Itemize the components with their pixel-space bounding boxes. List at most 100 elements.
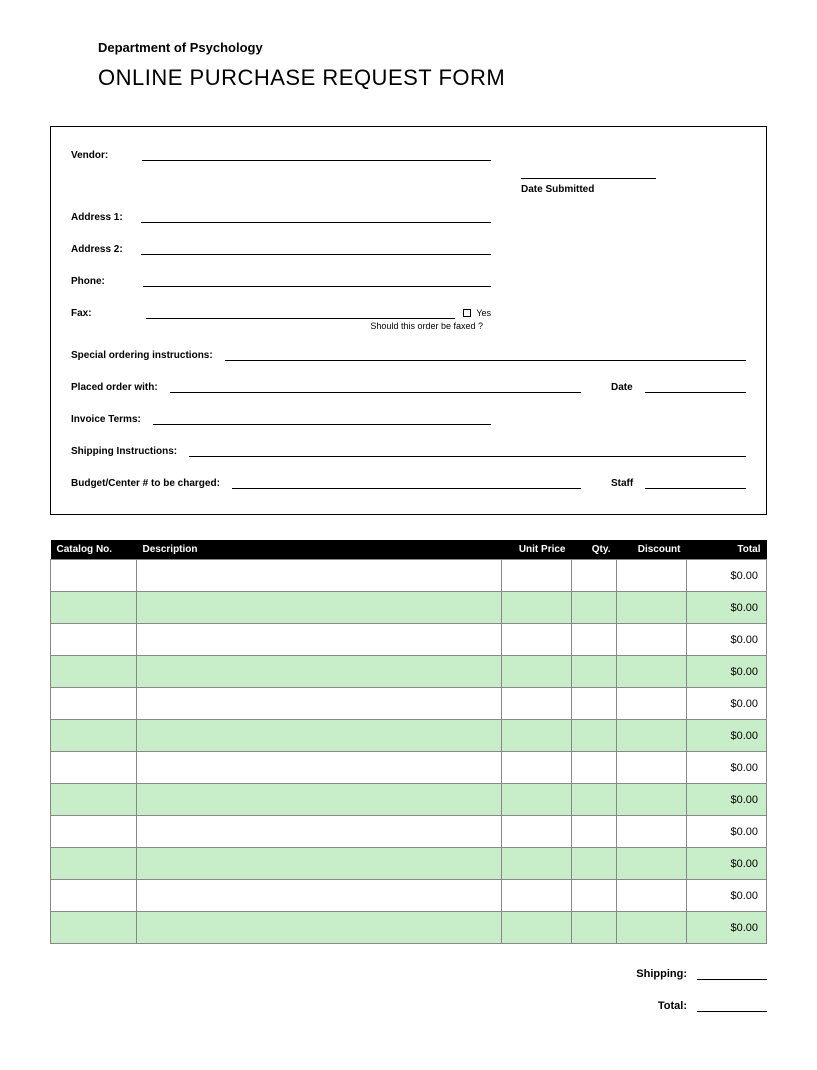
table-row: $0.00 [51,560,767,592]
date-submitted-label: Date Submitted [521,184,602,195]
cell-unit-price[interactable] [502,656,572,688]
cell-description[interactable] [137,752,502,784]
table-row: $0.00 [51,880,767,912]
form-container: Vendor: Date Submitted Address 1: Addres… [50,126,767,515]
staff-label: Staff [611,478,641,489]
placed-order-with-label: Placed order with: [71,382,166,393]
fax-input[interactable] [146,305,456,319]
cell-discount[interactable] [617,592,687,624]
cell-catalog[interactable] [51,656,137,688]
cell-qty[interactable] [572,592,617,624]
cell-unit-price[interactable] [502,624,572,656]
totals-footer: Shipping: Total: [50,966,767,1012]
cell-unit-price[interactable] [502,752,572,784]
cell-description[interactable] [137,688,502,720]
fax-yes-checkbox[interactable] [463,309,471,317]
invoice-terms-input[interactable] [153,411,491,425]
cell-total: $0.00 [687,720,767,752]
cell-qty[interactable] [572,752,617,784]
cell-catalog[interactable] [51,624,137,656]
phone-label: Phone: [71,276,113,287]
cell-discount[interactable] [617,624,687,656]
cell-catalog[interactable] [51,560,137,592]
cell-total: $0.00 [687,560,767,592]
address1-input[interactable] [141,209,491,223]
cell-unit-price[interactable] [502,912,572,944]
special-instructions-input[interactable] [225,347,746,361]
cell-unit-price[interactable] [502,784,572,816]
grand-total-label: Total: [658,1000,697,1012]
cell-description[interactable] [137,656,502,688]
cell-description[interactable] [137,880,502,912]
cell-catalog[interactable] [51,784,137,816]
cell-qty[interactable] [572,688,617,720]
cell-description[interactable] [137,560,502,592]
budget-center-input[interactable] [232,475,581,489]
address1-label: Address 1: [71,212,131,223]
cell-qty[interactable] [572,656,617,688]
cell-qty[interactable] [572,848,617,880]
cell-total: $0.00 [687,624,767,656]
cell-discount[interactable] [617,912,687,944]
cell-unit-price[interactable] [502,592,572,624]
table-row: $0.00 [51,912,767,944]
cell-description[interactable] [137,784,502,816]
cell-discount[interactable] [617,784,687,816]
cell-description[interactable] [137,912,502,944]
cell-description[interactable] [137,592,502,624]
shipping-instructions-label: Shipping Instructions: [71,446,185,457]
cell-qty[interactable] [572,560,617,592]
shipping-total-label: Shipping: [636,968,697,980]
cell-discount[interactable] [617,560,687,592]
cell-catalog[interactable] [51,720,137,752]
cell-catalog[interactable] [51,912,137,944]
cell-discount[interactable] [617,752,687,784]
cell-catalog[interactable] [51,816,137,848]
cell-catalog[interactable] [51,752,137,784]
cell-qty[interactable] [572,784,617,816]
cell-qty[interactable] [572,880,617,912]
cell-description[interactable] [137,848,502,880]
cell-qty[interactable] [572,720,617,752]
cell-unit-price[interactable] [502,560,572,592]
address2-input[interactable] [141,241,491,255]
fax-label: Fax: [71,308,100,319]
cell-qty[interactable] [572,816,617,848]
cell-discount[interactable] [617,720,687,752]
col-header-catalog: Catalog No. [51,540,137,560]
cell-unit-price[interactable] [502,720,572,752]
grand-total-input[interactable] [697,998,767,1012]
special-instructions-label: Special ordering instructions: [71,350,221,361]
date-submitted-input[interactable] [521,165,656,179]
cell-catalog[interactable] [51,592,137,624]
vendor-label: Vendor: [71,150,116,161]
shipping-instructions-input[interactable] [189,443,746,457]
date-input[interactable] [645,379,746,393]
cell-description[interactable] [137,816,502,848]
cell-qty[interactable] [572,624,617,656]
cell-catalog[interactable] [51,848,137,880]
cell-catalog[interactable] [51,880,137,912]
table-row: $0.00 [51,784,767,816]
placed-order-with-input[interactable] [170,379,581,393]
cell-total: $0.00 [687,816,767,848]
cell-total: $0.00 [687,784,767,816]
cell-discount[interactable] [617,880,687,912]
cell-discount[interactable] [617,656,687,688]
phone-input[interactable] [143,273,491,287]
table-row: $0.00 [51,656,767,688]
cell-discount[interactable] [617,848,687,880]
cell-catalog[interactable] [51,688,137,720]
cell-description[interactable] [137,624,502,656]
cell-unit-price[interactable] [502,848,572,880]
cell-unit-price[interactable] [502,880,572,912]
vendor-input[interactable] [142,147,491,161]
shipping-total-input[interactable] [697,966,767,980]
staff-input[interactable] [645,475,746,489]
cell-description[interactable] [137,720,502,752]
cell-unit-price[interactable] [502,688,572,720]
cell-qty[interactable] [572,912,617,944]
cell-discount[interactable] [617,816,687,848]
cell-discount[interactable] [617,688,687,720]
cell-unit-price[interactable] [502,816,572,848]
